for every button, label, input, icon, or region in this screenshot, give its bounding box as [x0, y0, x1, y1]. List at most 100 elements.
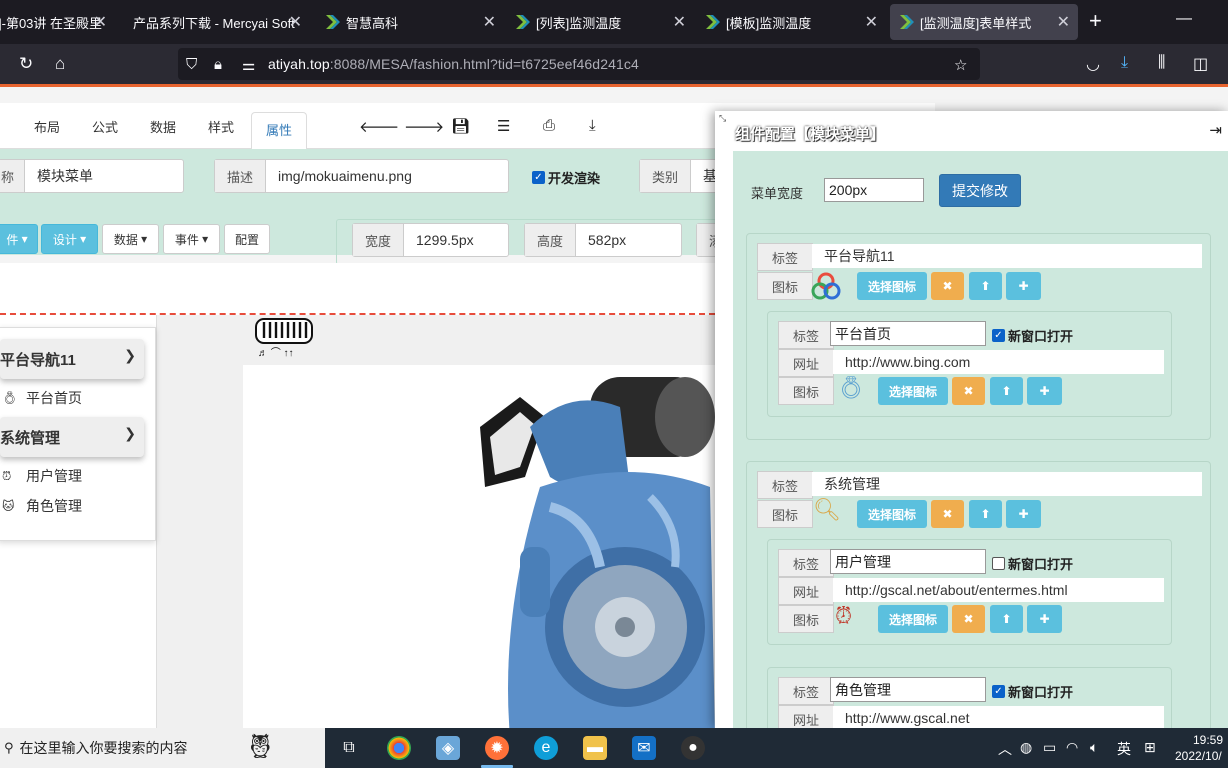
name-field[interactable]: 称 模块菜单 — [0, 159, 184, 193]
close-tab-icon[interactable]: ✕ — [483, 12, 496, 32]
group-label-input[interactable]: 平台导航11 — [812, 244, 1202, 268]
battery-icon[interactable]: ▭ — [1043, 739, 1056, 756]
chevron-down-icon[interactable]: ❯ — [124, 425, 136, 442]
menu-item[interactable]: 🐱︎ 角色管理 — [0, 492, 82, 520]
choose-icon-button[interactable]: 选择图标 — [857, 500, 927, 528]
list-icon[interactable]: ☰ — [497, 117, 510, 135]
resize-icon[interactable]: ⤡ — [719, 113, 726, 124]
choose-icon-button[interactable]: 选择图标 — [857, 272, 927, 300]
network-icon[interactable]: ◠ — [1066, 739, 1078, 756]
design-dropdown-button[interactable]: 设计 ▾ — [41, 224, 98, 254]
shield-icon[interactable]: ⛉ — [186, 56, 197, 73]
menu-width-input[interactable] — [824, 178, 924, 202]
cube-app-icon[interactable]: ◈ — [436, 736, 460, 760]
bookmark-star-icon[interactable]: ☆ — [954, 56, 967, 74]
checkbox-checked-icon[interactable]: ✓ — [992, 685, 1005, 698]
new-window-checkbox[interactable]: ✓ 新窗口打开 — [992, 682, 1073, 701]
edge-icon[interactable]: e — [534, 736, 558, 760]
delete-icon[interactable]: ✖ — [931, 272, 964, 300]
config-button[interactable]: 配置 — [224, 224, 270, 254]
chevron-up-icon[interactable]: ︿ — [998, 739, 1012, 759]
tab-layout[interactable]: 布局 — [34, 117, 60, 136]
volume-icon[interactable]: 🔈︎ — [1090, 739, 1098, 756]
browser-tab[interactable]: [列表]监测温度 ✕ — [506, 4, 694, 40]
home-icon[interactable]: ⌂ — [55, 54, 65, 74]
component-thumbnail[interactable]: ♬ ⌒ ↑↑ — [254, 318, 314, 359]
lock-icon[interactable]: 🔒︎ — [214, 56, 222, 73]
group-label-input[interactable]: 系统管理 — [812, 472, 1202, 496]
download-icon[interactable]: ⤓ — [1121, 54, 1128, 72]
width-field[interactable]: 宽度 1299.5px — [352, 223, 509, 257]
redo-arrow-icon[interactable]: 🡒 — [404, 117, 444, 136]
add-icon[interactable]: ✚ — [1027, 605, 1062, 633]
save-icon[interactable]: 💾︎ — [451, 117, 470, 135]
exit-icon[interactable]: ⇥ — [1209, 121, 1222, 139]
new-window-checkbox[interactable]: ✓ 新窗口打开 — [992, 326, 1073, 345]
move-up-icon[interactable]: ⬆ — [990, 377, 1023, 405]
add-icon[interactable]: ✚ — [1006, 500, 1041, 528]
address-bar[interactable]: ⛉ 🔒︎ ⚌ atiyah.top:8088/MESA/fashion.html… — [178, 48, 980, 80]
menu-item[interactable]: ⏰︎ 用户管理 — [0, 462, 82, 490]
pocket-icon[interactable]: ◡ — [1086, 54, 1100, 74]
new-window-checkbox[interactable]: 新窗口打开 — [992, 554, 1073, 573]
delete-icon[interactable]: ✖ — [952, 605, 985, 633]
download-arrow-icon[interactable]: ⤓ — [589, 117, 596, 134]
tab-style[interactable]: 样式 — [208, 117, 234, 136]
move-up-icon[interactable]: ⬆ — [990, 605, 1023, 633]
close-tab-icon[interactable]: ✕ — [289, 12, 302, 32]
browser-tab[interactable]: 智慧高科 ✕ — [316, 4, 504, 40]
description-value[interactable]: img/mokuaimenu.png — [266, 160, 424, 192]
file-explorer-icon[interactable]: ▬ — [583, 736, 607, 760]
taskbar-search[interactable]: ⚲ 在这里输入你要搜索的内容 🦉︎ — [0, 728, 325, 768]
browser-tab[interactable]: [模板]监测温度 ✕ — [696, 4, 886, 40]
item-label-input[interactable]: 用户管理 — [830, 549, 986, 574]
chevron-down-icon[interactable]: ❯ — [124, 347, 136, 364]
keyboard-layout-icon[interactable]: ⊞ — [1144, 739, 1156, 756]
add-icon[interactable]: ✚ — [1027, 377, 1062, 405]
dev-render-checkbox[interactable]: ✓ 开发渲染 — [532, 168, 600, 187]
item-label-input[interactable]: 角色管理 — [830, 677, 986, 702]
tab-formula[interactable]: 公式 — [92, 117, 118, 136]
close-tab-icon[interactable]: ✕ — [865, 12, 878, 32]
event-dropdown-button[interactable]: 事件 ▾ — [163, 224, 220, 254]
ime-language[interactable]: 英 — [1117, 739, 1131, 759]
undo-arrow-icon[interactable]: 🡐 — [359, 117, 399, 136]
close-tab-icon[interactable]: ✕ — [673, 12, 686, 32]
name-value[interactable]: 模块菜单 — [25, 160, 105, 192]
chrome-icon[interactable] — [387, 736, 411, 760]
tab-properties[interactable]: 属性 — [251, 112, 308, 150]
recorder-icon[interactable]: ● — [681, 736, 705, 760]
wechat-icon[interactable]: ◍ — [1020, 739, 1032, 756]
item-url-input[interactable]: http://www.gscal.net — [833, 706, 1164, 728]
add-icon[interactable]: ✚ — [1006, 272, 1041, 300]
move-up-icon[interactable]: ⬆ — [969, 500, 1002, 528]
submit-button[interactable]: 提交修改 — [939, 174, 1021, 207]
print-icon[interactable]: ⎙ — [543, 117, 555, 134]
delete-icon[interactable]: ✖ — [952, 377, 985, 405]
sidebar-icon[interactable]: ◫ — [1193, 54, 1208, 74]
browser-tab-active[interactable]: [监测温度]表单样式 ✕ — [890, 4, 1078, 40]
menu-group-header[interactable]: 平台导航11 ❯ — [0, 339, 144, 379]
data-dropdown-button[interactable]: 数据 ▾ — [102, 224, 159, 254]
width-value[interactable]: 1299.5px — [404, 224, 486, 256]
library-icon[interactable]: ⫼ — [1158, 54, 1165, 72]
choose-icon-button[interactable]: 选择图标 — [878, 605, 948, 633]
checkbox-unchecked-icon[interactable] — [992, 557, 1005, 570]
description-field[interactable]: 描述 img/mokuaimenu.png — [214, 159, 509, 193]
choose-icon-button[interactable]: 选择图标 — [878, 377, 948, 405]
checkbox-checked-icon[interactable]: ✓ — [992, 329, 1005, 342]
task-view-icon[interactable]: ⧉ — [337, 736, 361, 760]
minimize-icon[interactable]: — — [1176, 10, 1192, 28]
menu-item[interactable]: 💍︎ 平台首页 — [0, 384, 82, 412]
reload-icon[interactable]: ↻ — [19, 54, 33, 74]
close-tab-icon[interactable]: ✕ — [94, 12, 107, 32]
height-value[interactable]: 582px — [576, 224, 638, 256]
menu-group-header[interactable]: 系统管理 ❯ — [0, 417, 144, 457]
item-label-input[interactable]: 平台首页 — [830, 321, 986, 346]
item-url-input[interactable]: http://gscal.net/about/entermes.html — [833, 578, 1164, 602]
permissions-icon[interactable]: ⚌ — [242, 56, 255, 74]
close-tab-icon[interactable]: ✕ — [1057, 12, 1070, 32]
delete-icon[interactable]: ✖ — [931, 500, 964, 528]
browser-tab[interactable]: 产品系列下载 - Mercyai Soft ✕ — [125, 4, 310, 40]
system-clock[interactable]: 19:59 2022/10/ — [1175, 732, 1223, 764]
